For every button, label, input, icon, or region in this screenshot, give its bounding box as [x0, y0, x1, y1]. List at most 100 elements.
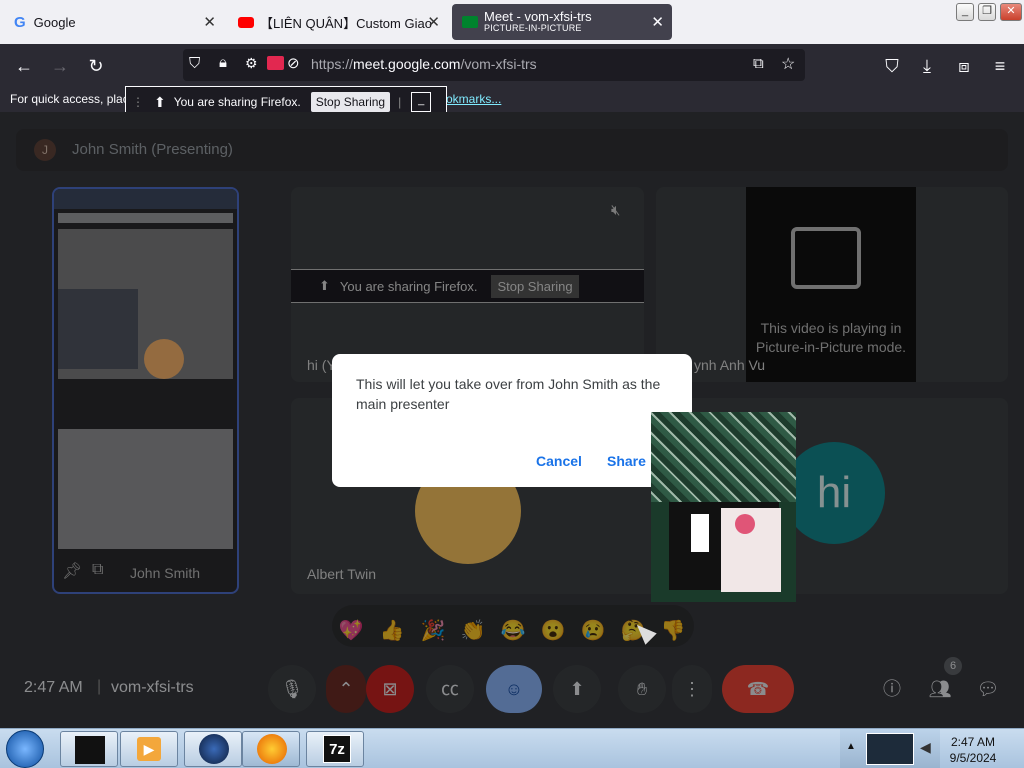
preview-name: John Smith: [130, 565, 201, 581]
share-button[interactable]: Share: [607, 453, 646, 469]
reload-icon[interactable]: ↻: [84, 54, 108, 78]
video-frame: [735, 514, 755, 534]
meeting-time: 2:47 AM: [24, 679, 83, 696]
presentation-preview[interactable]: 📌︎ ⧉ John Smith: [52, 187, 239, 594]
download-icon[interactable]: ⤓: [915, 54, 939, 78]
presenting-bar: J John Smith (Presenting): [16, 129, 1008, 171]
cancel-button[interactable]: Cancel: [536, 453, 582, 469]
stop-sharing-label: Stop Sharing: [491, 274, 579, 298]
app-icon: [75, 736, 105, 764]
close-icon[interactable]: ✕: [651, 13, 664, 31]
taskbar: ▶ 7z ▲ ◀︎ 2:47 AM 9/5/2024: [0, 728, 1024, 768]
taskbar-app-browser[interactable]: [184, 731, 242, 767]
tray-expand-icon[interactable]: ▲: [846, 741, 856, 752]
system-tray: ▲ ◀︎: [840, 729, 940, 768]
navigation-bar: ← → ↻ ⛉ 🔒︎ ⚙ ⊘ https://meet.google.com/v…: [0, 44, 1024, 88]
muted-icon: 🔇︎: [611, 202, 621, 219]
picture-in-picture-window[interactable]: [651, 412, 796, 602]
volume-icon[interactable]: ◀︎: [920, 739, 931, 756]
reaction-laugh[interactable]: 😂: [497, 615, 529, 647]
take-over-dialog: This will let you take over from John Sm…: [332, 354, 692, 487]
pin-icon[interactable]: 📌︎: [62, 561, 82, 581]
meet-icon: [462, 16, 478, 28]
globe-icon: [199, 734, 229, 764]
close-icon[interactable]: ✕: [203, 13, 216, 31]
play-icon: ▶: [137, 737, 161, 761]
url-host: meet.google.com: [353, 56, 461, 72]
reaction-heart[interactable]: 💖: [335, 615, 367, 647]
video-frame: [651, 412, 796, 502]
pocket-icon[interactable]: ⛉: [880, 54, 904, 78]
url-text[interactable]: https://meet.google.com/vom-xfsi-trs: [311, 56, 537, 72]
drag-handle-icon[interactable]: ⋮: [132, 95, 144, 109]
participant-tile[interactable]: 🔇︎ ⬆︎ You are sharing Firefox. Stop Shar…: [291, 187, 644, 382]
lock-icon[interactable]: 🔒︎: [219, 54, 227, 71]
menu-icon[interactable]: ≡: [988, 54, 1012, 78]
share-screen-icon: ⬆︎: [319, 278, 330, 293]
sharing-bar-echo: ⬆︎ You are sharing Firefox. Stop Sharing: [291, 269, 644, 303]
shield-icon[interactable]: ⛉: [189, 55, 200, 72]
minimize-button[interactable]: _: [411, 92, 432, 112]
divider: |: [398, 95, 402, 109]
clock-date: 9/5/2024: [949, 751, 997, 765]
reaction-sad[interactable]: 😢: [577, 615, 609, 647]
bookmark-manage-link[interactable]: okmarks...: [446, 92, 501, 106]
tab-google[interactable]: G Google ✕: [4, 4, 224, 40]
dialog-message: This will let you take over from John Sm…: [356, 376, 661, 412]
reaction-thumbs-down[interactable]: 👎: [657, 615, 689, 647]
tab-bar: G Google ✕ 【LIÊN QUÂN】Custom Giao H ✕ Me…: [0, 0, 1024, 44]
meeting-code: vom-xfsi-trs: [111, 679, 194, 696]
clock-time: 2:47 AM: [950, 735, 996, 749]
tab-title: 【LIÊN QUÂN】Custom Giao H: [260, 15, 435, 31]
extensions-icon[interactable]: ⧈: [952, 54, 976, 78]
url-path: /vom-xfsi-trs: [460, 56, 537, 72]
participant-name: Albert Twin: [307, 566, 376, 582]
7zip-icon: 7z: [323, 735, 351, 763]
permissions-icon[interactable]: ⚙: [245, 55, 258, 72]
screen-share-indicator-icon[interactable]: [267, 56, 284, 70]
participant-tile[interactable]: ynh Anh Vu This video is playing in Pict…: [656, 187, 1008, 382]
taskbar-app-media-player[interactable]: ▶: [120, 731, 178, 767]
window-minimize-button[interactable]: _: [956, 3, 974, 21]
close-icon[interactable]: ✕: [427, 13, 440, 31]
star-icon[interactable]: ☆: [781, 54, 795, 74]
taskbar-app-screen-recorder[interactable]: [60, 731, 118, 767]
back-arrow-icon[interactable]: ←: [12, 54, 36, 78]
phone-screen: [691, 514, 709, 552]
present-icon[interactable]: ⧉: [92, 561, 103, 579]
window-maximize-button[interactable]: ❐: [978, 3, 996, 21]
tray-app-icon[interactable]: [866, 733, 914, 765]
window-close-button[interactable]: ✕: [1000, 3, 1022, 21]
reaction-clap[interactable]: 👏: [457, 615, 489, 647]
url-scheme: https://: [311, 56, 354, 72]
taskbar-app-7zip[interactable]: 7z: [306, 731, 364, 767]
reaction-surprised[interactable]: 😮: [537, 615, 569, 647]
firefox-icon: [257, 734, 287, 764]
reaction-thumbs-up[interactable]: 👍: [376, 615, 408, 647]
avatar: hi: [783, 442, 885, 544]
pip-message: This video is playing in Picture-in-Pict…: [755, 320, 907, 355]
system-clock[interactable]: 2:47 AM 9/5/2024: [942, 734, 1004, 766]
taskbar-app-firefox[interactable]: [242, 731, 300, 767]
forward-arrow-icon[interactable]: →: [48, 54, 72, 78]
tab-youtube[interactable]: 【LIÊN QUÂN】Custom Giao H ✕: [228, 4, 448, 40]
reaction-party[interactable]: 🎉: [417, 615, 449, 647]
address-bar[interactable]: ⛉ 🔒︎ ⚙ ⊘ https://meet.google.com/vom-xfs…: [183, 49, 805, 81]
avatar: J: [34, 139, 56, 161]
start-button[interactable]: [6, 730, 44, 768]
tab-title: Google: [33, 14, 76, 30]
picture-in-picture-icon[interactable]: ⧉: [753, 55, 764, 72]
share-screen-icon: ⬆︎: [154, 93, 166, 110]
presenting-label: John Smith (Presenting): [72, 141, 233, 158]
camera-blocked-icon[interactable]: ⊘: [287, 54, 300, 72]
participant-name: ynh Anh Vu: [694, 357, 766, 373]
tab-subtitle: PICTURE-IN-PICTURE: [484, 23, 582, 34]
google-g-icon: G: [14, 13, 26, 31]
sharing-text: You are sharing Firefox.: [173, 95, 301, 109]
tab-meet[interactable]: Meet - vom-xfsi-trs PICTURE-IN-PICTURE ✕: [452, 4, 672, 40]
bookmark-hint-text: For quick access, plac: [10, 92, 129, 106]
stop-sharing-button[interactable]: Stop Sharing: [310, 92, 391, 112]
sharing-text: You are sharing Firefox.: [339, 278, 478, 294]
divider: |: [97, 678, 102, 695]
picture-in-picture-icon: [791, 227, 861, 289]
